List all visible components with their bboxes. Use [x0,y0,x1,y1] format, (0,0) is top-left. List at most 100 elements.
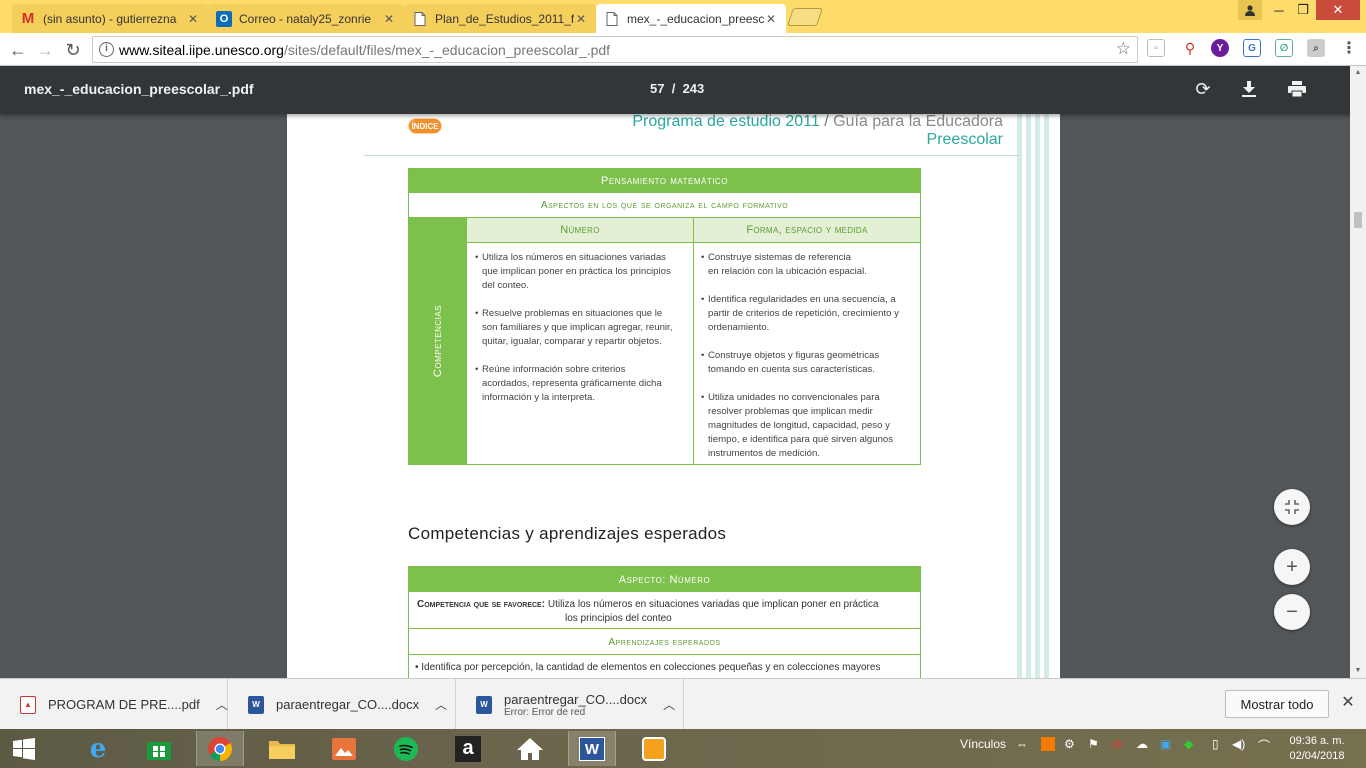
internet-explorer-icon[interactable]: e [74,731,122,766]
zoom-out-icon[interactable]: − [1274,594,1310,630]
info-icon[interactable]: i [99,42,114,57]
flag-icon[interactable]: ⚑ [1088,737,1099,751]
back-icon[interactable]: ← [6,38,30,62]
list-item: Utiliza unidades no convencionales parar… [701,391,919,461]
tab-plan-estudios[interactable]: Plan_de_Estudios_2011_f ✕ [404,4,596,33]
url-text[interactable]: www.siteal.iipe.unesco.org/sites/default… [119,42,610,58]
downloads-bar: ▲ PROGRAM DE PRE....pdf ︿ W paraentregar… [0,678,1366,730]
column-divider [693,218,694,464]
download-item-docx-error[interactable]: W paraentregar_CO....docx Error: Error d… [456,679,684,730]
download-item-pdf[interactable]: ▲ PROGRAM DE PRE....pdf ︿ [0,679,228,730]
extension-pocket-icon[interactable]: ▫ [1147,39,1165,57]
extension-clip-icon[interactable]: ∅ [1275,39,1293,57]
column-header-numero: Número [467,218,693,243]
vertical-scrollbar[interactable]: ▲ ▼ [1350,66,1366,678]
forward-icon[interactable]: → [33,38,57,62]
tab-label: (sin asunto) - gutierrezna [43,11,177,26]
close-icon[interactable]: ✕ [186,12,200,26]
tab-label: Correo - nataly25_zonrie [239,11,372,26]
tray-shield-icon[interactable]: ◆ [1184,737,1193,751]
page-header-title: Programa de estudio 2011 / Guía para la … [632,114,1003,130]
document-icon [412,11,428,27]
download-item-docx[interactable]: W paraentregar_CO....docx ︿ [228,679,456,730]
pdf-toolbar: mex_-_educacion_preescolar_.pdf 57 / 243… [0,66,1366,114]
volume-icon[interactable]: ◀) [1232,737,1245,751]
close-icon[interactable]: ✕ [1339,692,1357,714]
app-icon[interactable] [630,731,678,766]
word-file-icon: W [248,695,264,714]
table-subtitle: Aspectos en los que se organiza el campo… [409,193,920,218]
rotate-icon[interactable]: ⟳ [1192,78,1214,100]
chevron-up-icon[interactable]: ︿ [435,696,447,713]
zoom-in-icon[interactable]: + [1274,549,1310,585]
profile-icon[interactable] [1238,0,1262,20]
menu-icon[interactable]: ⋮ [1340,39,1358,57]
aprendizajes-table: Aspecto: Número Competencia que se favor… [408,566,921,678]
scrollbar-thumb[interactable] [1354,212,1362,228]
aprendizajes-header: Aprendizajes esperados [409,630,920,655]
home-icon[interactable] [506,731,554,766]
page-stripe [1026,114,1031,678]
close-icon[interactable]: ✕ [764,12,778,26]
wifi-icon[interactable]: ⌒ [1258,737,1270,754]
chevron-up-icon[interactable]: ︿ [216,696,228,713]
outlook-icon: O [216,10,232,27]
gmail-icon: M [21,10,35,27]
chrome-icon[interactable] [196,731,244,766]
address-bar[interactable]: i www.siteal.iipe.unesco.org/sites/defau… [92,36,1138,63]
pdf-viewer[interactable]: ÍNDICE Programa de estudio 2011 / Guía p… [0,114,1366,678]
file-explorer-icon[interactable] [258,731,306,766]
close-window-icon[interactable]: ✕ [1316,0,1360,20]
page-stripe [1017,114,1022,678]
word-icon[interactable]: W [568,731,616,766]
print-icon[interactable] [1286,78,1308,100]
tray-blocked-icon[interactable]: ⊘ [1112,737,1122,751]
tab-outlook[interactable]: O Correo - nataly25_zonrie ✕ [208,4,404,33]
bookmark-star-icon[interactable]: ☆ [1116,39,1131,59]
spotify-icon[interactable] [382,731,430,766]
show-all-button[interactable]: Mostrar todo [1225,690,1329,718]
fit-page-icon[interactable] [1274,489,1310,525]
page-stripe [1035,114,1040,678]
tray-app-icon[interactable] [1041,737,1055,751]
close-icon[interactable]: ✕ [382,12,396,26]
indice-button[interactable]: ÍNDICE [408,118,442,134]
tray-tools-icon[interactable]: ⚙ [1064,737,1075,751]
maximize-icon[interactable]: ❐ [1292,0,1314,20]
photos-icon[interactable] [320,731,368,766]
minimize-icon[interactable]: ─ [1268,0,1290,20]
document-icon [604,11,620,27]
competencias-side-column: Competencias [409,218,467,464]
windows-taskbar: e a W Vínculos ⇔ ⚙ ⚑ ⊘ ☁ ▣ ◆ ▯ ◀) ⌒ 09:3… [0,729,1366,768]
scroll-down-icon[interactable]: ▼ [1350,664,1366,678]
pdf-filename: mex_-_educacion_preescolar_.pdf [24,81,254,97]
store-icon[interactable] [135,731,183,766]
windows-start-icon[interactable] [0,731,48,766]
links-toolbar-label[interactable]: Vínculos [960,737,1006,751]
reload-icon[interactable]: ↻ [61,38,85,62]
battery-icon[interactable]: ▯ [1212,737,1219,751]
tray-network-icon[interactable]: ▣ [1160,737,1171,751]
download-icon[interactable] [1238,78,1260,100]
extension-pdf-icon[interactable]: ⚲ [1181,39,1199,57]
list-item: Construye sistemas de referenciaen relac… [701,251,919,279]
table-title: Pensamiento matemático [409,169,920,193]
amazon-icon[interactable]: a [444,731,492,766]
column-header-forma: Forma, espacio y medida [694,218,920,243]
competencias-table: Pensamiento matemático Aspectos en los q… [408,168,921,465]
tab-gmail[interactable]: M (sin asunto) - gutierrezna ✕ [12,4,208,33]
extension-yahoo-icon[interactable]: Y [1211,39,1229,57]
close-icon[interactable]: ✕ [574,12,588,26]
page-stripe [1044,114,1049,678]
new-tab-button[interactable] [787,8,823,26]
chevron-up-icon[interactable]: ︿ [663,696,675,713]
links-chevron-icon[interactable]: ⇔ [1016,737,1028,751]
taskbar-clock[interactable]: 09:36 a. m. 02/04/2018 [1284,734,1350,764]
list-item: Resuelve problemas en situaciones que le… [475,307,691,349]
extension-translate-icon[interactable]: G [1243,39,1261,57]
tray-cloud-icon[interactable]: ☁ [1136,737,1148,751]
extension-search-icon[interactable]: ⌕ [1307,39,1325,57]
page-indicator[interactable]: 57 / 243 [650,81,704,96]
scroll-up-icon[interactable]: ▲ [1350,66,1366,80]
tab-mex-educacion[interactable]: mex_-_educacion_preesc ✕ [596,4,786,33]
